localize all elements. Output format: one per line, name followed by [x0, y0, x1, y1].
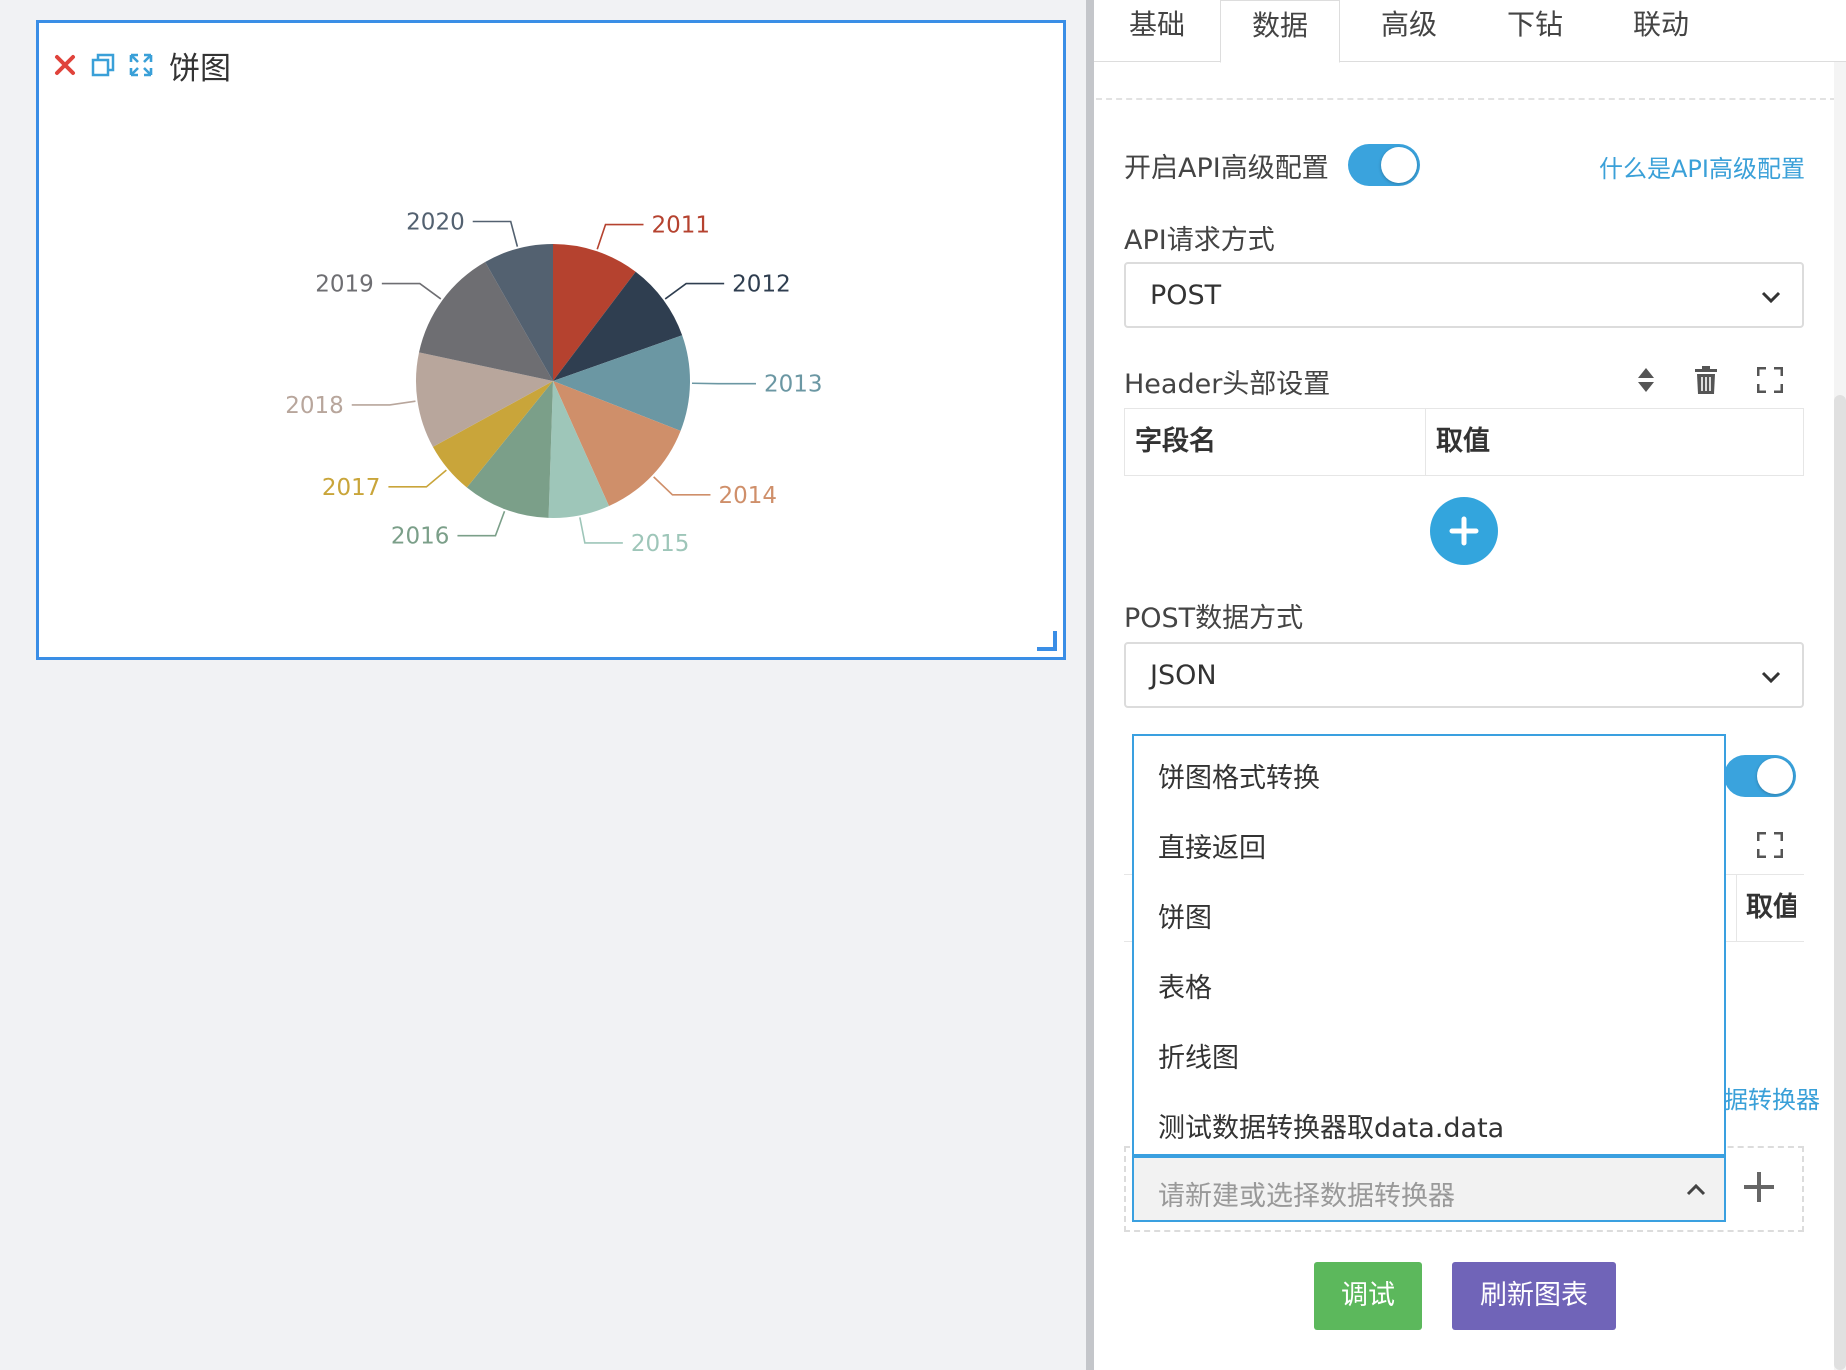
chevron-up-icon: [1686, 1183, 1706, 1196]
tab-linkage[interactable]: 联动: [1598, 0, 1724, 62]
header-col-field-name: 字段名: [1135, 426, 1216, 457]
api-method-select[interactable]: POST: [1124, 262, 1804, 328]
pie-chart: 2011 2012 2013 2014 2015 2016 2017 2018 2019 2020: [285, 210, 823, 557]
chevron-down-icon: [1761, 291, 1781, 304]
pie-label: 2013: [764, 372, 823, 398]
dropdown-option[interactable]: 测试数据转换器取data.data: [1158, 1106, 1504, 1145]
fullscreen-icon[interactable]: [1754, 829, 1786, 861]
add-converter-button[interactable]: [1742, 1170, 1776, 1204]
pie-label-line: [472, 220, 519, 247]
pie-label-line: [596, 223, 644, 250]
dropdown-option[interactable]: 饼图格式转换: [1158, 756, 1320, 795]
pie-label-line: [381, 282, 442, 300]
panel-divider[interactable]: [1086, 0, 1094, 1370]
trash-icon[interactable]: [1690, 364, 1722, 396]
pie-label-line: [351, 400, 416, 406]
fullscreen-icon[interactable]: [1754, 364, 1786, 396]
api-advanced-label: 开启API高级配置: [1124, 153, 1329, 184]
pie-label: 2015: [631, 531, 690, 557]
tab-data[interactable]: 数据: [1220, 0, 1340, 63]
chart-widget[interactable]: 饼图 2011 2012 2013 2014 2015 2016 2017 2018 2019 2…: [36, 20, 1066, 660]
converter-placeholder: 请新建或选择数据转换器: [1158, 1181, 1455, 1212]
section-separator: [1096, 98, 1836, 100]
tab-advanced[interactable]: 高级: [1346, 0, 1472, 62]
pie-label: 2011: [652, 213, 711, 239]
param-col-value: 取值: [1746, 892, 1796, 923]
dropdown-option[interactable]: 表格: [1158, 966, 1212, 1005]
tab-basic[interactable]: 基础: [1094, 0, 1220, 62]
pie-label-line: [579, 517, 623, 544]
pie-label-line: [457, 510, 506, 537]
header-settings-label: Header头部设置: [1124, 369, 1331, 400]
converter-select[interactable]: 请新建或选择数据转换器: [1132, 1156, 1726, 1222]
api-advanced-toggle[interactable]: [1348, 144, 1420, 186]
header-col-value: 取值: [1425, 409, 1805, 475]
canvas-area: 饼图 2011 2012 2013 2014 2015 2016 2017 2018 2019 2…: [0, 0, 1086, 1370]
pie-label: 2017: [322, 475, 381, 501]
post-mode-select[interactable]: JSON: [1124, 642, 1804, 708]
tab-drilldown[interactable]: 下钻: [1472, 0, 1598, 62]
pie-label-line: [388, 469, 447, 488]
plus-icon: [1449, 516, 1479, 546]
api-method-label: API请求方式: [1124, 225, 1275, 256]
refresh-chart-button[interactable]: 刷新图表: [1452, 1262, 1616, 1330]
header-table: 字段名 取值: [1124, 408, 1804, 476]
converter-dropdown: 饼图格式转换 直接返回 饼图 表格 折线图 测试数据转换器取data.data: [1132, 734, 1726, 1156]
pie-label: 2019: [315, 272, 374, 298]
dropdown-option[interactable]: 饼图: [1158, 896, 1212, 935]
pie-label: 2012: [732, 272, 791, 298]
debug-button[interactable]: 调试: [1314, 1262, 1422, 1330]
dropdown-option[interactable]: 折线图: [1158, 1036, 1239, 1075]
resize-handle[interactable]: [1037, 631, 1057, 651]
scrollbar-thumb[interactable]: [1834, 395, 1846, 1370]
converter-help-link[interactable]: 据转换器: [1724, 1080, 1820, 1115]
pie-label: 2016: [391, 524, 450, 550]
add-header-button[interactable]: [1430, 497, 1498, 565]
sort-icon[interactable]: [1630, 364, 1662, 396]
post-mode-label: POST数据方式: [1124, 603, 1304, 634]
chevron-down-icon: [1761, 671, 1781, 684]
pie-label: 2014: [718, 483, 777, 509]
plus-icon: [1744, 1172, 1774, 1202]
config-tabs: 基础 数据 高级 下钻 联动: [1094, 0, 1846, 63]
pie-label: 2020: [406, 210, 465, 236]
api-advanced-help-link[interactable]: 什么是API高级配置: [1599, 149, 1805, 184]
dropdown-option[interactable]: 直接返回: [1158, 826, 1266, 865]
config-panel: 基础 数据 高级 下钻 联动 开启API高级配置 什么是API高级配置 API请…: [1094, 0, 1846, 1370]
param-toggle[interactable]: [1724, 755, 1796, 797]
post-mode-value: JSON: [1150, 660, 1217, 691]
pie-label-line: [664, 282, 725, 300]
api-method-value: POST: [1150, 280, 1222, 311]
pie-label-line: [653, 476, 711, 496]
pie-label: 2018: [285, 393, 344, 419]
